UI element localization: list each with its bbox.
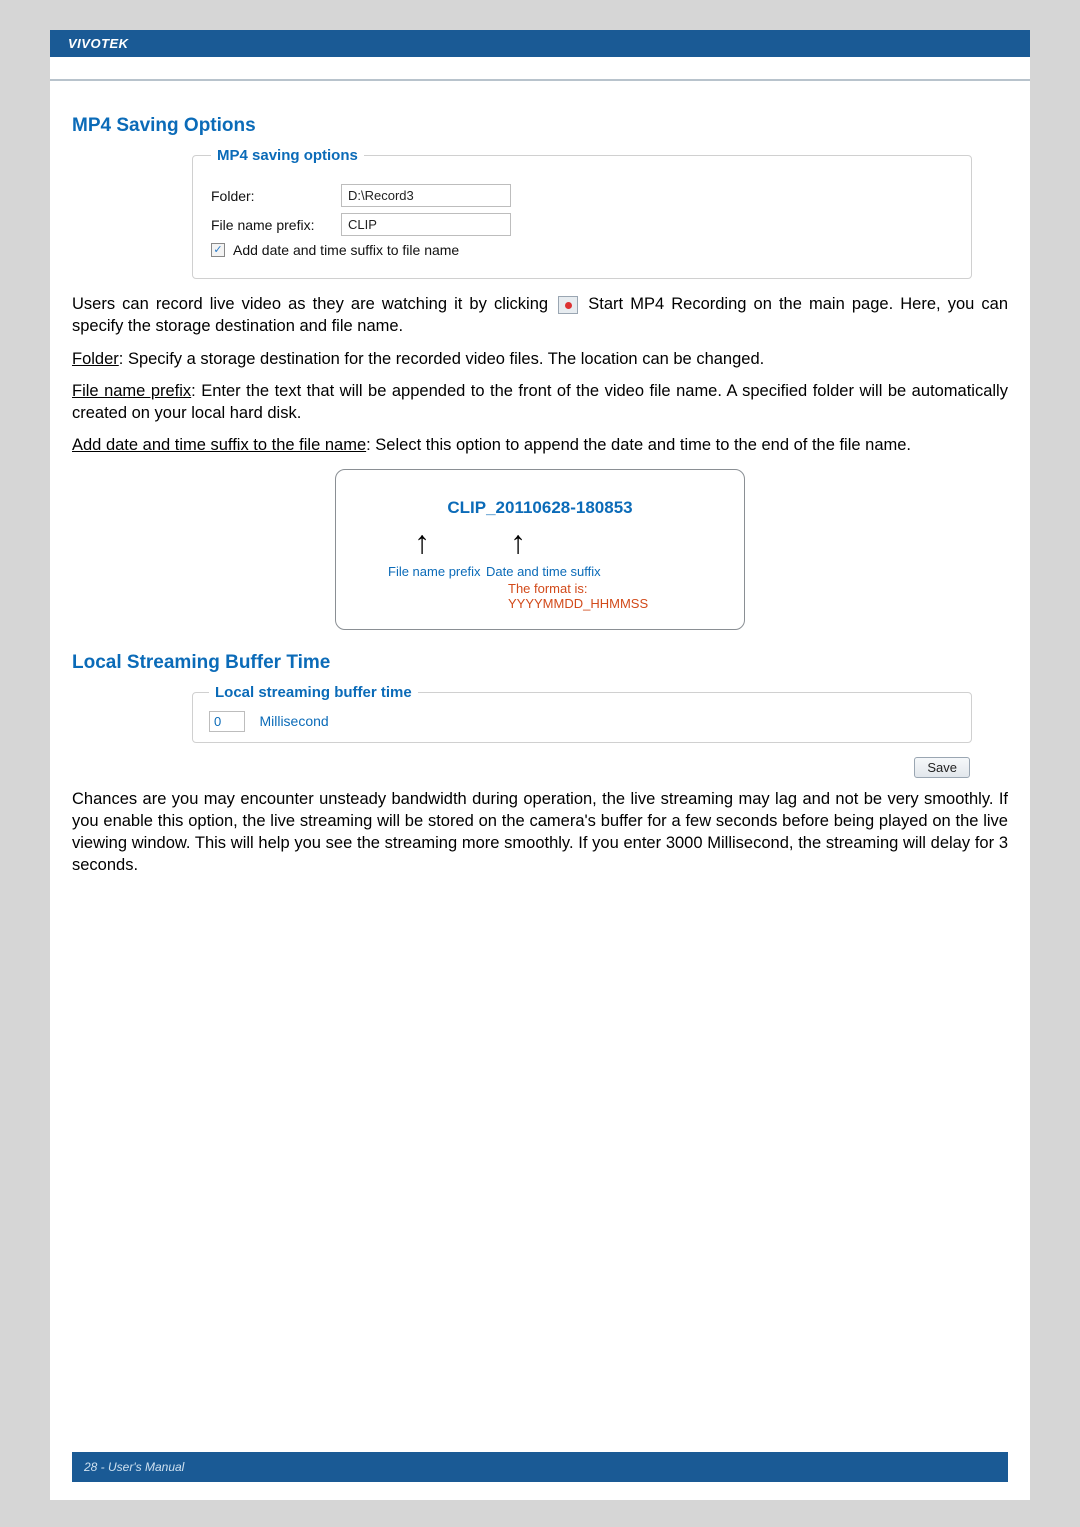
para4-rest: : Select this option to append the date …	[366, 436, 911, 454]
para2-rest: : Specify a storage destination for the …	[119, 350, 764, 368]
prefix-row: File name prefix:	[211, 213, 953, 236]
buffer-fieldset: Local streaming buffer time Millisecond	[192, 684, 972, 743]
para3-u: File name prefix	[72, 382, 191, 400]
para-prefix: File name prefix: Enter the text that wi…	[72, 380, 1008, 425]
content-area: MP4 Saving Options MP4 saving options Fo…	[50, 81, 1030, 877]
example-labels: File name prefix Date and time suffix	[366, 564, 714, 579]
mp4-options-fieldset: MP4 saving options Folder: File name pre…	[192, 147, 972, 279]
folder-label: Folder:	[211, 188, 341, 204]
arrow-up-icon: ↑	[414, 526, 430, 558]
checkmark-icon: ✓	[213, 245, 222, 256]
arrow-up-icon: ↑	[510, 526, 526, 558]
page: VIVOTEK MP4 Saving Options MP4 saving op…	[50, 30, 1030, 1500]
para1-a: Users can record live video as they are …	[72, 295, 555, 313]
save-row: Save	[72, 757, 1008, 778]
para3-rest: : Enter the text that will be appended t…	[72, 382, 1008, 422]
para-record: Users can record live video as they are …	[72, 293, 1008, 338]
add-suffix-checkbox[interactable]: ✓	[211, 243, 225, 257]
save-button[interactable]: Save	[914, 757, 970, 778]
header-bar: VIVOTEK	[50, 30, 1030, 57]
add-suffix-label: Add date and time suffix to file name	[233, 242, 459, 258]
example-suffix-label: Date and time suffix	[486, 564, 601, 579]
example-format-label: The format is: YYYYMMDD_HHMMSS	[366, 581, 714, 611]
para2-u: Folder	[72, 350, 119, 368]
example-arrows: ↑ ↑	[366, 526, 714, 558]
para-buffer: Chances are you may encounter unsteady b…	[72, 788, 1008, 877]
example-clip-name: CLIP_20110628-180853	[366, 498, 714, 518]
buffer-heading: Local Streaming Buffer Time	[72, 652, 1008, 674]
footer-text: 28 - User's Manual	[84, 1460, 184, 1474]
buffer-unit: Millisecond	[259, 713, 328, 729]
folder-input[interactable]	[341, 184, 511, 207]
brand-text: VIVOTEK	[68, 36, 129, 51]
footer-bar: 28 - User's Manual	[72, 1452, 1008, 1482]
folder-row: Folder:	[211, 184, 953, 207]
example-prefix-label: File name prefix	[366, 564, 486, 579]
para4-u: Add date and time suffix to the file nam…	[72, 436, 366, 454]
record-icon	[558, 296, 578, 314]
prefix-input[interactable]	[341, 213, 511, 236]
mp4-options-heading: MP4 Saving Options	[72, 115, 1008, 137]
filename-example-box: CLIP_20110628-180853 ↑ ↑ File name prefi…	[335, 469, 745, 630]
para-suffix: Add date and time suffix to the file nam…	[72, 434, 1008, 456]
prefix-label: File name prefix:	[211, 217, 341, 233]
mp4-options-legend: MP4 saving options	[211, 147, 364, 164]
para-folder: Folder: Specify a storage destination fo…	[72, 348, 1008, 370]
buffer-legend: Local streaming buffer time	[209, 684, 418, 701]
suffix-row: ✓ Add date and time suffix to file name	[211, 242, 953, 258]
buffer-input[interactable]	[209, 711, 245, 732]
